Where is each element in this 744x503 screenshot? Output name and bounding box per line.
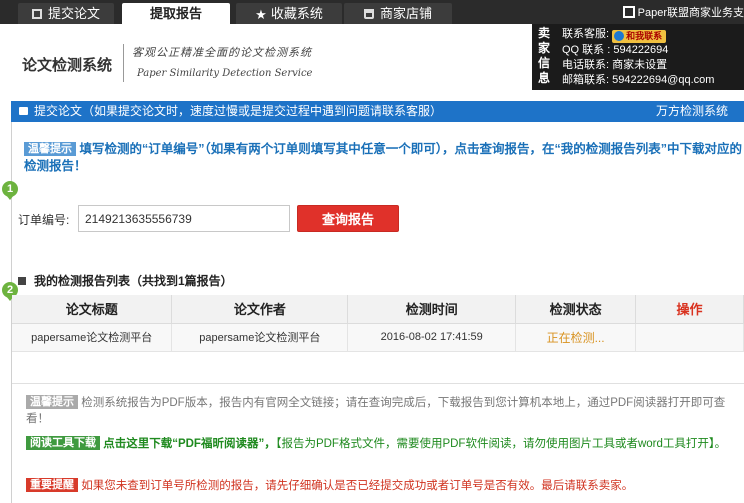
cell-status: 正在检测... [515, 323, 637, 352]
tab-merchant-shop[interactable]: 商家店铺 [344, 3, 452, 24]
star-icon: ★ [255, 7, 267, 22]
contact-me-button[interactable]: 和我联系 [612, 30, 667, 43]
query-report-button[interactable]: 查询报告 [297, 205, 399, 232]
note-tag: 重要提醒 [26, 478, 78, 492]
note-pdf-info: 温馨提示 检测系统报告为PDF版本，报告内有官网全文链接；请在查询完成后，下载报… [26, 395, 744, 427]
seller-row-qq: QQ 联系 : 594222694 [562, 43, 714, 58]
tab-favorite-system[interactable]: ★ 收藏系统 [236, 3, 342, 24]
seller-email-value: 594222694@qq.com [612, 74, 715, 86]
column-header-time: 检测时间 [347, 295, 517, 324]
cell-time: 2016-08-02 17:41:59 [347, 323, 517, 352]
detection-system-name: 万方检测系统 [655, 104, 728, 118]
step-marker-1: 1 [2, 181, 18, 200]
order-number-input[interactable] [78, 205, 290, 232]
tab-label: 商家店铺 [379, 6, 432, 21]
site-name-text: Paper联盟商家业务支 [637, 7, 744, 19]
column-header-title: 论文标题 [12, 295, 173, 324]
seller-row-service: 联系客服: 和我联系 [562, 27, 714, 43]
site-logo-icon [622, 6, 635, 18]
slogan: 客观公正精准全面的论文检测系统 [132, 46, 312, 59]
top-nav-bar: 提交论文 提取报告 ★ 收藏系统 商家店铺 Paper联盟商家业务支 [0, 0, 744, 24]
seller-info-box: 卖家信息 联系客服: 和我联系 QQ 联系 : 594222694 电话联系: … [532, 24, 744, 90]
column-header-status: 检测状态 [515, 295, 637, 324]
note-text: 检测系统报告为PDF版本，报告内有官网全文链接；请在查询完成后，下载报告到您计算… [26, 397, 726, 425]
banner-text: 提交论文（如果提交论文时，速度过慢或是提交过程中遇到问题请联系客服） [34, 104, 443, 118]
tab-submit-paper[interactable]: 提交论文 [18, 3, 114, 24]
cell-title: papersame论文检测平台 [12, 323, 173, 352]
seller-row-label: QQ 联系 : [562, 44, 611, 56]
report-table: 论文标题 论文作者 检测时间 检测状态 操作 papersame论文检测平台 p… [12, 295, 744, 352]
document-icon [31, 9, 42, 19]
table-row: papersame论文检测平台 papersame论文检测平台 2016-08-… [12, 323, 744, 352]
cart-icon [363, 9, 374, 19]
note-tag: 阅读工具下载 [26, 436, 100, 450]
header-divider [123, 44, 124, 82]
section-divider [12, 383, 744, 384]
logo-text[interactable]: 论文检测系统 [22, 54, 112, 75]
tab-label: 收藏系统 [270, 6, 323, 21]
tab-label: 提取报告 [149, 6, 202, 21]
tab-get-report[interactable]: 提取报告 [122, 3, 230, 24]
seller-row-label: 邮箱联系: [562, 74, 610, 86]
order-number-label: 订单编号: [18, 213, 70, 227]
note-text: 【报告为PDF格式文件，需要使用PDF软件阅读，请勿使用图片工具或者word工具… [275, 438, 727, 450]
note-reader-download: 阅读工具下载 点击这里下载“PDF福昕阅读器”，【报告为PDF格式文件，需要使用… [26, 436, 744, 452]
note-tag: 温馨提示 [26, 395, 78, 409]
cell-author: papersame论文检测平台 [171, 323, 349, 352]
site-name[interactable]: Paper联盟商家业务支 [622, 4, 744, 20]
instruction-tip: 温馨提示 填写检测的“订单编号”（如果有两个订单则填写其中任意一个即可），点击查… [24, 141, 744, 175]
column-header-author: 论文作者 [171, 295, 349, 324]
download-reader-link[interactable]: 点击这里下载“PDF福昕阅读器”， [103, 438, 276, 450]
list-icon [18, 277, 26, 285]
table-header-row: 论文标题 论文作者 检测时间 检测状态 操作 [12, 295, 744, 324]
note-text: 如果您未查到订单号所检测的报告，请先仔细确认是否已经提交成功或者订单号是否有效。… [81, 480, 634, 492]
report-list-title: 我的检测报告列表（共找到1篇报告） [18, 272, 233, 289]
comment-icon [19, 107, 28, 115]
tip-tag: 温馨提示 [24, 142, 76, 156]
column-header-action: 操作 [635, 295, 744, 324]
note-important-reminder: 重要提醒 如果您未查到订单号所检测的报告，请先仔细确认是否已经提交成功或者订单号… [26, 478, 744, 494]
seller-contact-list: 联系客服: 和我联系 QQ 联系 : 594222694 电话联系: 商家未设置… [562, 27, 714, 88]
seller-row-phone: 电话联系: 商家未设置 [562, 58, 714, 73]
cell-action[interactable] [635, 323, 744, 352]
tip-text: 填写检测的“订单编号”（如果有两个订单则填写其中任意一个即可），点击查询报告，在… [24, 142, 742, 173]
tab-label: 提交论文 [47, 6, 100, 21]
slogan-english: Paper Similarity Detection Service [137, 68, 313, 79]
seller-qq-value: 594222694 [613, 44, 669, 56]
seller-info-label: 卖家信息 [538, 26, 551, 85]
section-banner: 提交论文（如果提交论文时，速度过慢或是提交过程中遇到问题请联系客服） 万方检测系… [11, 101, 744, 122]
seller-row-label: 电话联系: [562, 59, 610, 71]
seller-phone-value: 商家未设置 [612, 59, 668, 71]
seller-row-label: 联系客服: [562, 28, 610, 40]
seller-row-email: 邮箱联系: 594222694@qq.com [562, 73, 714, 88]
report-list-title-text: 我的检测报告列表（共找到1篇报告） [34, 274, 233, 288]
